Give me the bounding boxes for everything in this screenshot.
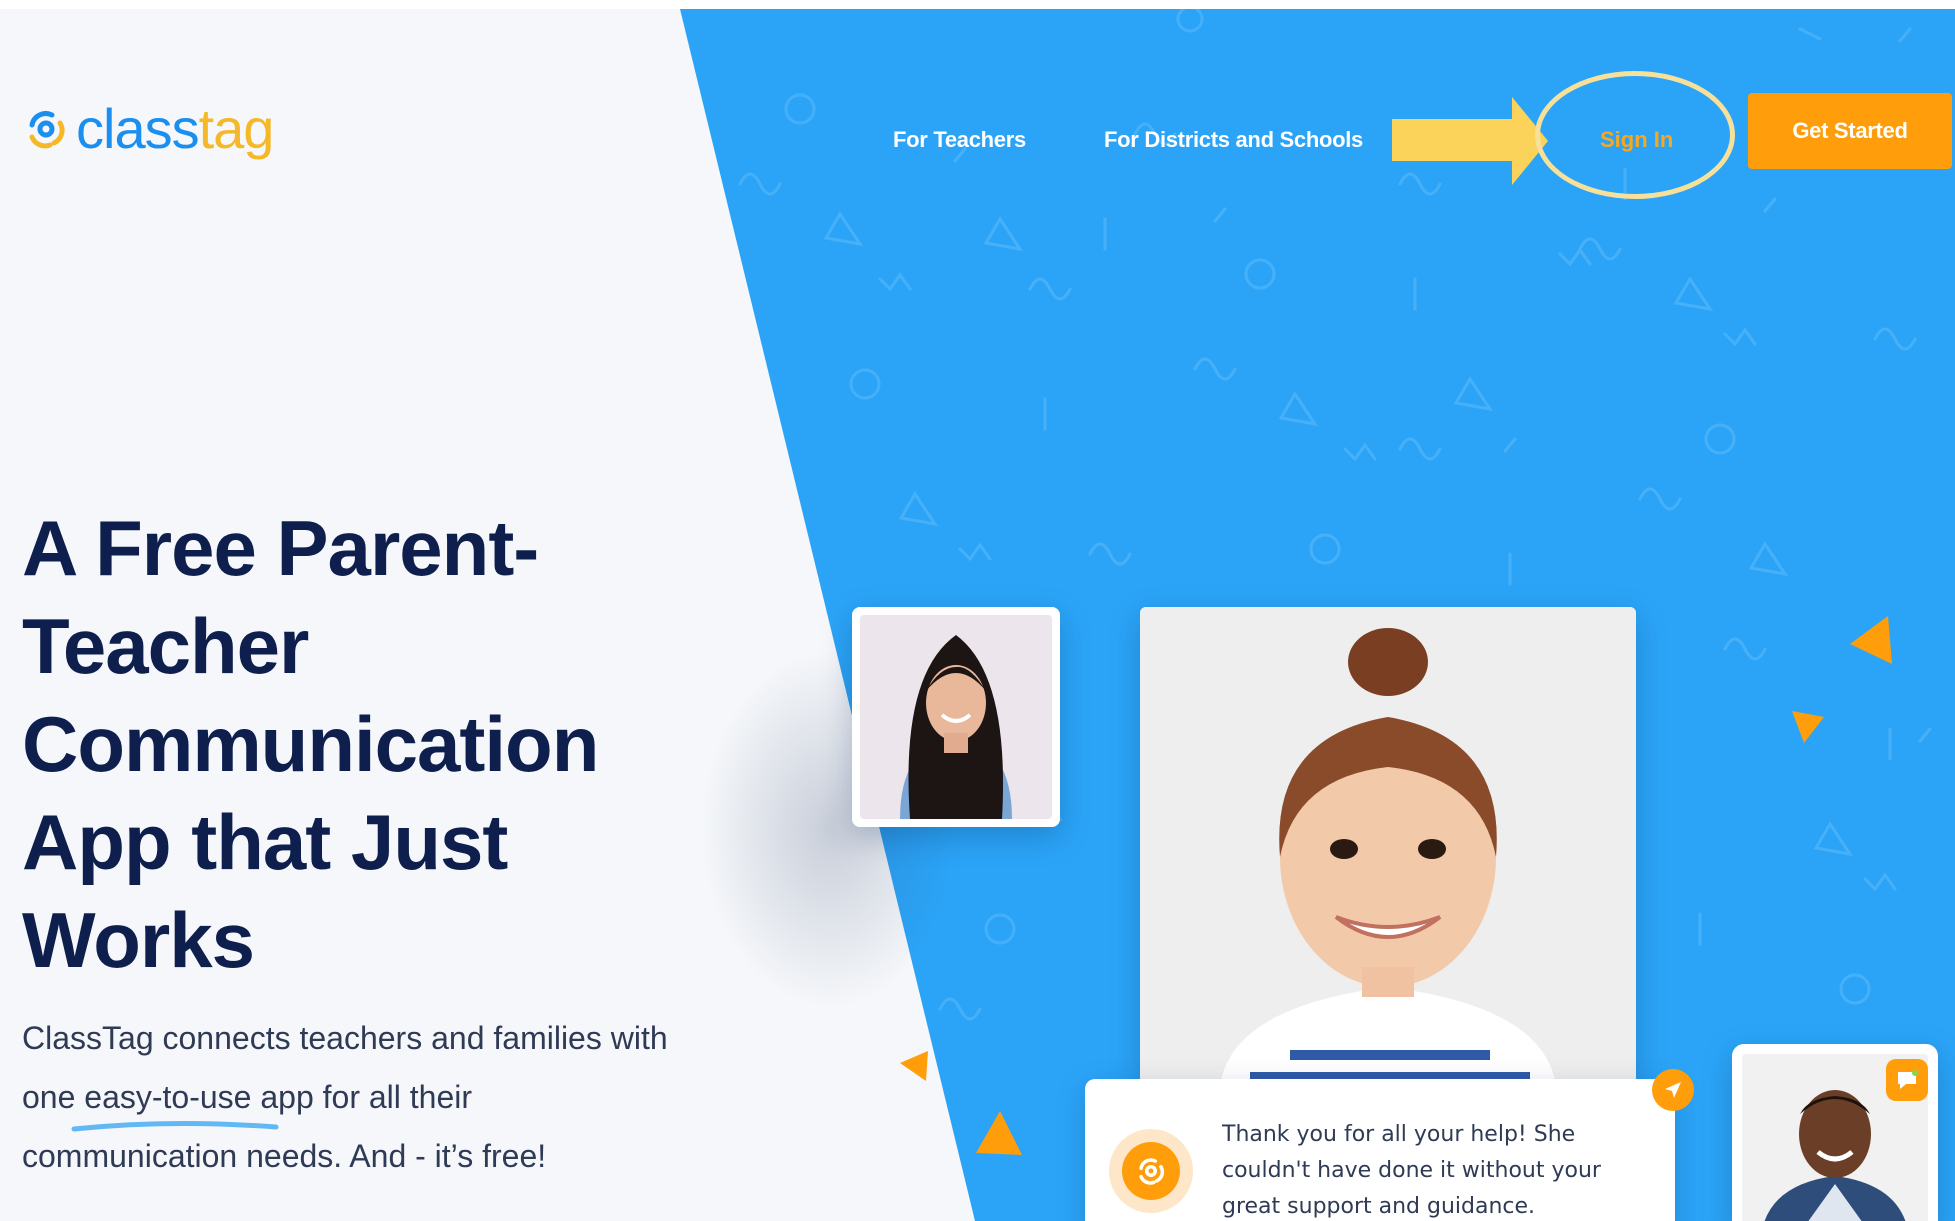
nav-for-districts-and-schools[interactable]: For Districts and Schools <box>1104 127 1363 153</box>
arrow-annotation <box>1392 97 1548 185</box>
decor-triangle <box>900 1051 928 1081</box>
hero-subtitle: ClassTag connects teachers and families … <box>22 1009 722 1186</box>
teacher-photo <box>852 607 1060 827</box>
testimonial-message-card: Thank you for all your help! She couldn'… <box>1085 1079 1675 1221</box>
decor-triangle <box>1850 616 1892 664</box>
send-icon[interactable] <box>1652 1069 1694 1111</box>
page: classtag For Teachers For Districts and … <box>0 9 1955 1221</box>
logo-text-class: class <box>76 97 200 160</box>
nav-for-teachers[interactable]: For Teachers <box>893 127 1026 153</box>
student-portrait-image <box>1140 607 1636 1087</box>
hero-subtitle-line-1: ClassTag connects teachers and families … <box>22 1020 668 1056</box>
classtag-logo-icon <box>29 111 65 149</box>
message-avatar <box>1109 1129 1193 1213</box>
hero-title: A Free Parent-Teacher Communication App … <box>22 504 599 984</box>
chat-icon[interactable] <box>1886 1059 1928 1101</box>
classtag-avatar-icon <box>1122 1142 1180 1200</box>
hero-subtitle-line-2: one easy-to-use app for all their <box>22 1079 473 1115</box>
message-text: Thank you for all your help! She couldn'… <box>1222 1122 1601 1219</box>
student-photo <box>1140 607 1636 1087</box>
decor-triangle <box>1792 711 1824 743</box>
underline-scribble <box>71 1120 279 1132</box>
decor-triangle <box>976 1111 1022 1155</box>
logo-text-tag: tag <box>198 97 275 160</box>
classtag-logo[interactable]: classtag <box>22 101 274 157</box>
logo-wordmark: classtag <box>76 101 274 157</box>
sign-in-link[interactable]: Sign In <box>1600 127 1673 153</box>
get-started-button[interactable]: Get Started <box>1748 93 1952 169</box>
teacher-portrait-image <box>860 615 1052 819</box>
hero-subtitle-line-3: communication needs. And - it’s free! <box>22 1138 547 1174</box>
